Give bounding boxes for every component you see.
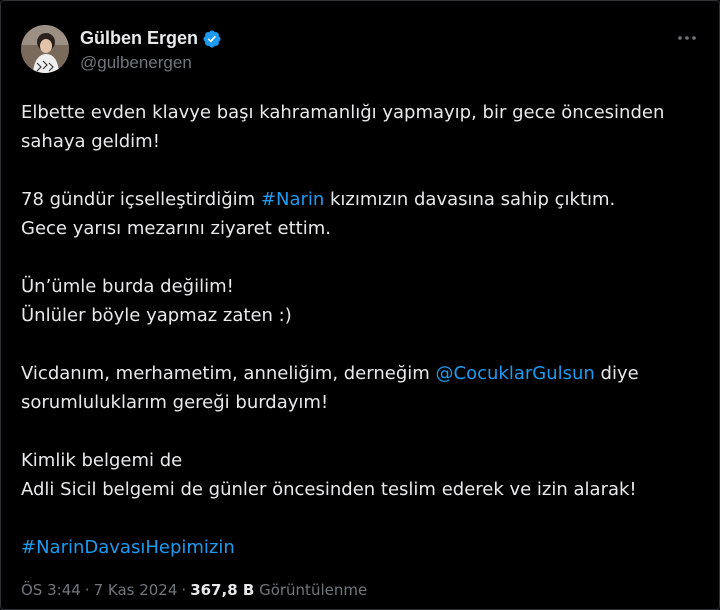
text-line: Gece yarısı mezarını ziyaret ettim. (21, 218, 331, 239)
post-date[interactable]: 7 Kas 2024 (94, 581, 178, 599)
text-segment: 78 gündür içselleştirdiğim (21, 189, 261, 210)
paragraph-4: Vicdanım, merhametim, anneliğim, derneği… (21, 359, 699, 417)
avatar[interactable] (21, 25, 69, 73)
tweet-card: Gülben Ergen @gulbenergen Elbette evden … (0, 0, 720, 610)
verified-badge-icon (202, 29, 222, 49)
meta-separator: · (181, 581, 187, 599)
tweet-text: Elbette evden klavye başı kahramanlığı y… (21, 98, 699, 591)
paragraph-3: Ün’ümle burda değilim! Ünlüler böyle yap… (21, 272, 699, 330)
paragraph-6: #NarinDavasıHepimizin (21, 533, 699, 562)
text-line: Ün’ümle burda değilim! (21, 276, 234, 297)
text-line: Vicdanım, merhametim, anneliğim, derneği… (21, 359, 699, 388)
more-options-icon[interactable] (675, 29, 699, 47)
hashtag-link-narindavasihepimizin[interactable]: #NarinDavasıHepimizin (21, 533, 699, 562)
post-time[interactable]: ÖS 3:44 (21, 581, 81, 599)
tweet-meta: ÖS 3:44 · 7 Kas 2024 · 367,8 B Görüntülenme (21, 581, 367, 599)
views-count: 367,8 B (190, 581, 255, 599)
paragraph-5: Kimlik belgemi de Adli Sicil belgemi de … (21, 446, 699, 504)
mention-link-cocuklargulsun[interactable]: @CocuklarGulsun (436, 363, 595, 384)
text-line: Kimlik belgemi de (21, 450, 183, 471)
paragraph-2: 78 gündür içselleştirdiğim #Narin kızımı… (21, 185, 699, 243)
hashtag-link-narin[interactable]: #Narin (261, 189, 324, 210)
text-segment: diye (594, 363, 639, 384)
paragraph-1: Elbette evden klavye başı kahramanlığı y… (21, 98, 699, 156)
author-name-row: Gülben Ergen (80, 28, 222, 49)
text-line: Elbette evden klavye başı kahramanlığı y… (21, 102, 665, 123)
text-line: 78 gündür içselleştirdiğim #Narin kızımı… (21, 185, 699, 214)
author-display-name[interactable]: Gülben Ergen (80, 28, 198, 49)
meta-separator: · (84, 581, 90, 599)
views-label: Görüntülenme (259, 581, 368, 599)
tweet-header: Gülben Ergen @gulbenergen (21, 21, 699, 81)
text-line: sahaya geldim! (21, 131, 160, 152)
text-segment: kızımızın davasına sahip çıktım. (324, 189, 616, 210)
text-line: sorumluluklarım gereği burdayım! (21, 392, 329, 413)
text-line: Ünlüler böyle yapmaz zaten :) (21, 305, 292, 326)
text-segment: Vicdanım, merhametim, anneliğim, derneği… (21, 363, 436, 384)
author-handle[interactable]: @gulbenergen (80, 53, 192, 73)
text-line: Adli Sicil belgemi de günler öncesinden … (21, 479, 637, 500)
profile-photo (21, 25, 69, 73)
